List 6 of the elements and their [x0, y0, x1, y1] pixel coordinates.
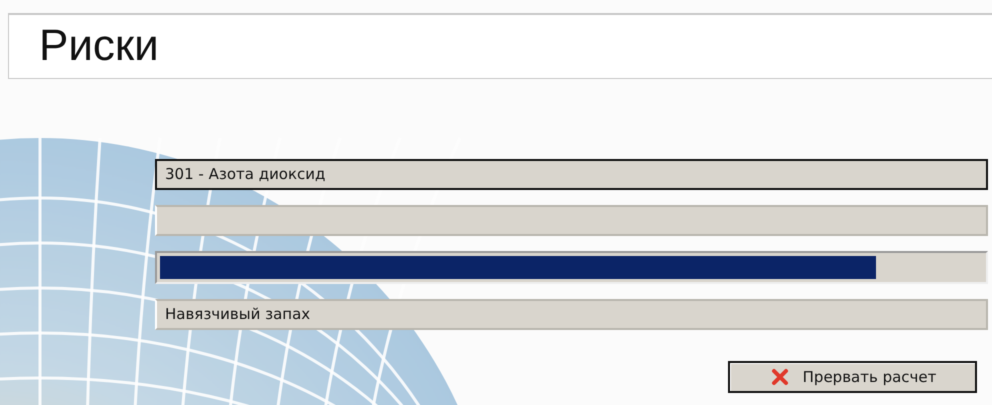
- close-icon: [770, 368, 789, 386]
- text-field[interactable]: 301 - Азота диоксид: [155, 159, 988, 190]
- text-field[interactable]: [155, 205, 988, 236]
- page-title: Риски: [38, 20, 160, 72]
- text-field[interactable]: Навязчивый запах: [155, 299, 988, 330]
- cancel-button[interactable]: Прервать расчет: [728, 361, 977, 393]
